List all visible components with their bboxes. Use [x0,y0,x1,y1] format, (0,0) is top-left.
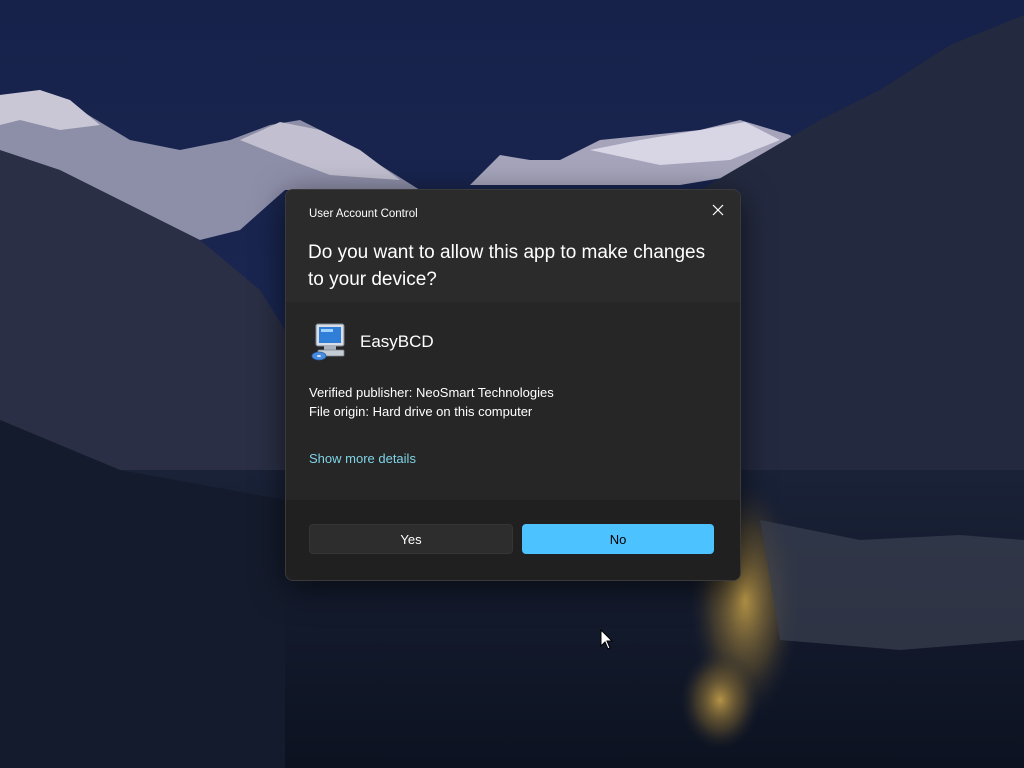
verified-publisher: Verified publisher: NeoSmart Technologie… [309,385,554,400]
dialog-body: EasyBCD Verified publisher: NeoSmart Tec… [286,302,740,500]
close-button[interactable] [704,196,732,224]
app-row: EasyBCD [310,322,434,362]
computer-app-icon [311,323,345,361]
dialog-footer: Yes No [286,500,740,580]
uac-dialog: User Account Control Do you want to allo… [285,189,741,581]
dialog-header: User Account Control Do you want to allo… [286,190,740,302]
dialog-caption: User Account Control [309,208,418,220]
mouse-cursor-icon [600,629,614,650]
show-more-details-link[interactable]: Show more details [309,451,416,466]
file-origin: File origin: Hard drive on this computer [309,404,533,419]
no-button[interactable]: No [522,524,714,554]
close-icon [712,204,724,216]
app-name: EasyBCD [360,332,434,351]
dialog-question: Do you want to allow this app to make ch… [308,242,706,290]
yes-button[interactable]: Yes [309,524,513,554]
